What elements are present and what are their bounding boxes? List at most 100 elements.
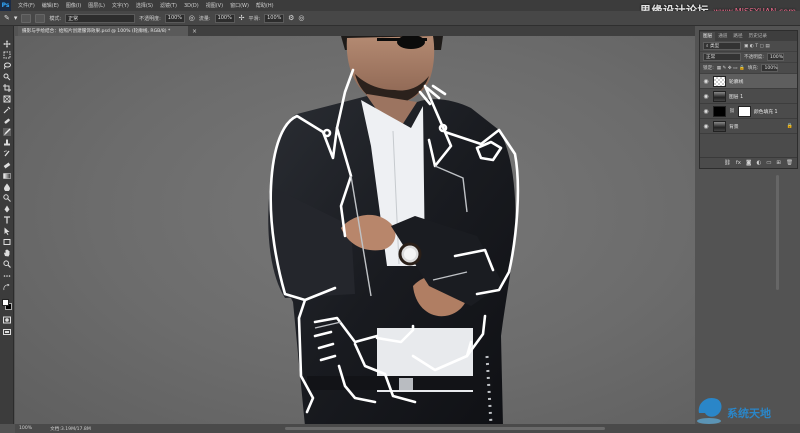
layer-row-outline[interactable]: ◉ 轮廓线 [700,74,797,89]
fill-input[interactable]: 100% [761,64,779,72]
blur-tool-icon[interactable] [3,183,11,192]
layer-name[interactable]: 图层 1 [729,93,743,100]
frame-tool-icon[interactable] [3,95,11,103]
pen-tool-icon[interactable] [3,205,11,213]
fx-icon[interactable]: fx [736,160,741,166]
flow-input[interactable]: 100% [214,13,235,23]
layer-opacity-input[interactable]: 100% [766,53,784,61]
dodge-tool-icon[interactable] [3,194,11,202]
document-canvas[interactable] [15,36,695,424]
path-selection-tool-icon[interactable] [3,227,11,235]
flow-label: 流量: [198,15,211,22]
menu-file[interactable]: 文件(F) [18,2,35,9]
watermark-logo-icon [697,397,722,424]
rectangle-tool-icon[interactable] [3,238,11,246]
settings-gear-icon[interactable]: ⚙ [288,14,294,22]
add-mask-icon[interactable]: ◙ [746,160,751,166]
layer-row-layer1[interactable]: ◉ 图层 1 [700,89,797,104]
lock-icon: 🔒 [786,123,793,129]
healing-brush-tool-icon[interactable] [3,117,11,125]
layer-name[interactable]: 背景 [729,123,739,130]
document-tab[interactable]: 摄影与手绘结合：给照片创建服饰效果.psd @ 100% (轮廓线, RGB/8… [18,26,188,36]
more-tools-icon[interactable] [3,272,11,280]
brush-preset-icon[interactable]: ▾ [14,14,18,22]
visibility-eye-icon[interactable]: ◉ [702,78,710,85]
lasso-tool-icon[interactable] [3,62,11,70]
eraser-tool-icon[interactable] [3,161,11,169]
swap-colors-icon[interactable] [3,283,11,292]
visibility-eye-icon[interactable]: ◉ [702,93,710,100]
canvas-artwork [268,36,520,424]
visibility-eye-icon[interactable]: ◉ [702,108,710,115]
airbrush-icon[interactable]: ✢ [239,14,245,22]
mode-select[interactable]: 正常 [65,13,136,23]
adjustment-layer-icon[interactable]: ◐ [756,160,761,166]
kind-filter-label: 类型 [710,44,720,49]
brush-panel-toggle[interactable] [35,13,46,23]
eyedropper-tool-icon[interactable] [3,106,11,114]
clone-stamp-tool-icon[interactable] [3,139,11,147]
zoom-level[interactable]: 100% [19,426,32,431]
menu-filter[interactable]: 滤镜(T) [160,2,177,9]
pressure-size-icon[interactable]: ◎ [298,14,304,22]
foreground-color-swatch[interactable] [2,299,9,306]
type-tool-icon[interactable] [3,216,11,224]
quick-mask-icon[interactable] [3,316,11,324]
smoothing-input[interactable]: 100% [264,13,285,23]
layers-panel: 图层 通道 路径 历史记录 ⌕ 类型 ▣ ◐ T ▢ ▤ 正常 不透明度: 10… [699,30,798,169]
brush-size-picker[interactable] [21,13,32,23]
group-folder-icon[interactable]: ▭ [766,160,771,166]
tab-history[interactable]: 历史记录 [746,32,770,41]
hand-tool-icon[interactable] [3,249,11,257]
pressure-opacity-icon[interactable]: ◎ [189,14,195,22]
kind-filter-select[interactable]: ⌕ 类型 [703,42,741,50]
history-brush-tool-icon[interactable] [3,150,11,158]
close-tab-icon[interactable]: × [192,28,197,35]
opacity-input[interactable]: 100% [164,13,185,23]
menu-view[interactable]: 视图(V) [206,2,223,9]
menu-layer[interactable]: 图层(L) [88,2,105,9]
menu-type[interactable]: 文字(Y) [112,2,129,9]
document-info[interactable]: 文档:3.19M/17.8M [50,426,91,432]
layer-name[interactable]: 轮廓线 [729,78,743,85]
layer-row-color-fill[interactable]: ◉ ⛓ 颜色填充 1 [700,104,797,119]
tab-channels[interactable]: 通道 [715,32,730,41]
layer-thumbnail [713,75,726,87]
crop-tool-icon[interactable] [3,84,11,92]
menu-help[interactable]: 帮助(H) [256,2,274,9]
layer-thumbnail [713,90,726,102]
lock-label: 锁定: [703,66,714,71]
document-tab-bar: 摄影与手绘结合：给照片创建服饰效果.psd @ 100% (轮廓线, RGB/8… [18,26,695,36]
menu-window[interactable]: 窗口(W) [230,2,249,9]
fill-label: 填充: [747,66,759,71]
blend-mode-select[interactable]: 正常 [703,53,741,61]
panel-scrollbar[interactable] [776,175,779,290]
brush-tool-icon-active[interactable] [3,128,11,136]
menu-image[interactable]: 图像(I) [66,2,81,9]
gradient-tool-icon[interactable] [3,172,11,180]
layer-thumbnail [713,105,726,117]
layer-row-background[interactable]: ◉ 背景 🔒 [700,119,797,134]
tab-layers[interactable]: 图层 [700,32,716,41]
link-layers-icon[interactable]: ⛓ [724,160,731,166]
menu-select[interactable]: 选择(S) [136,2,153,9]
trash-icon[interactable]: 🗑 [786,160,793,166]
visibility-eye-icon[interactable]: ◉ [702,123,710,130]
marquee-tool-icon[interactable] [3,51,11,59]
menu-3d[interactable]: 3D(D) [184,3,199,9]
menu-edit[interactable]: 编辑(E) [42,2,59,9]
new-layer-icon[interactable]: ⊞ [776,160,781,166]
tab-paths[interactable]: 路径 [730,32,745,41]
move-tool-icon[interactable] [3,40,11,48]
horizontal-scrollbar[interactable] [285,427,605,430]
zoom-tool-icon[interactable] [3,260,11,268]
layer-name[interactable]: 颜色填充 1 [754,108,778,115]
filter-type-icons[interactable]: ▣ ◐ T ▢ ▤ [744,44,770,49]
lock-fill-row: 锁定: ▦ ✎ ✥ ▭ 🔒 填充: 100% [700,63,797,74]
layer-mask-thumbnail [737,105,751,117]
brush-tool-icon[interactable]: ✎ [4,14,10,22]
lock-icons[interactable]: ▦ ✎ ✥ ▭ 🔒 [717,66,745,71]
status-bar: 100% 文档:3.19M/17.8M [15,424,800,433]
screen-mode-icon[interactable] [3,328,11,336]
quick-select-tool-icon[interactable] [3,73,11,81]
